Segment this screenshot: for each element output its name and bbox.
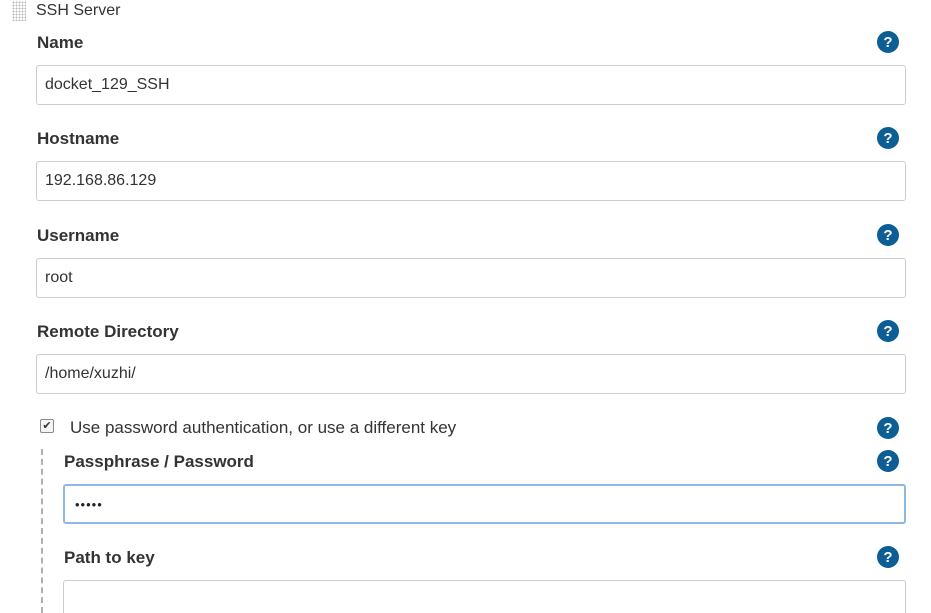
- name-label: Name: [37, 33, 84, 52]
- checkmark-icon: ✔: [42, 419, 52, 432]
- passphrase-label: Passphrase / Password: [64, 452, 254, 471]
- passphrase-input[interactable]: •••••: [63, 484, 906, 524]
- use-password-help-icon[interactable]: ?: [877, 417, 899, 439]
- section-header: SSH Server: [12, 0, 120, 22]
- path-to-key-label: Path to key: [64, 548, 155, 567]
- passphrase-help-icon[interactable]: ?: [877, 450, 899, 472]
- use-password-checkbox[interactable]: ✔: [40, 419, 54, 433]
- path-to-key-input[interactable]: [63, 580, 906, 613]
- use-password-label[interactable]: Use password authentication, or use a di…: [70, 418, 456, 438]
- path-to-key-help-icon[interactable]: ?: [877, 546, 899, 568]
- hostname-help-icon[interactable]: ?: [877, 127, 899, 149]
- name-help-icon[interactable]: ?: [877, 31, 899, 53]
- drag-handle-icon[interactable]: [12, 1, 26, 21]
- remote-directory-label: Remote Directory: [37, 322, 179, 341]
- remote-directory-help-icon[interactable]: ?: [877, 320, 899, 342]
- hostname-input[interactable]: [36, 161, 906, 201]
- nested-section-divider: [41, 449, 43, 613]
- section-title: SSH Server: [36, 2, 121, 19]
- username-label: Username: [37, 226, 120, 245]
- password-mask: •••••: [75, 496, 103, 512]
- hostname-label: Hostname: [37, 129, 120, 148]
- username-input[interactable]: [36, 258, 906, 298]
- remote-directory-input[interactable]: [36, 354, 906, 394]
- username-help-icon[interactable]: ?: [877, 224, 899, 246]
- name-input[interactable]: [36, 65, 906, 105]
- ssh-server-config-form: SSH Server Name ? Hostname ? Username ? …: [0, 0, 931, 613]
